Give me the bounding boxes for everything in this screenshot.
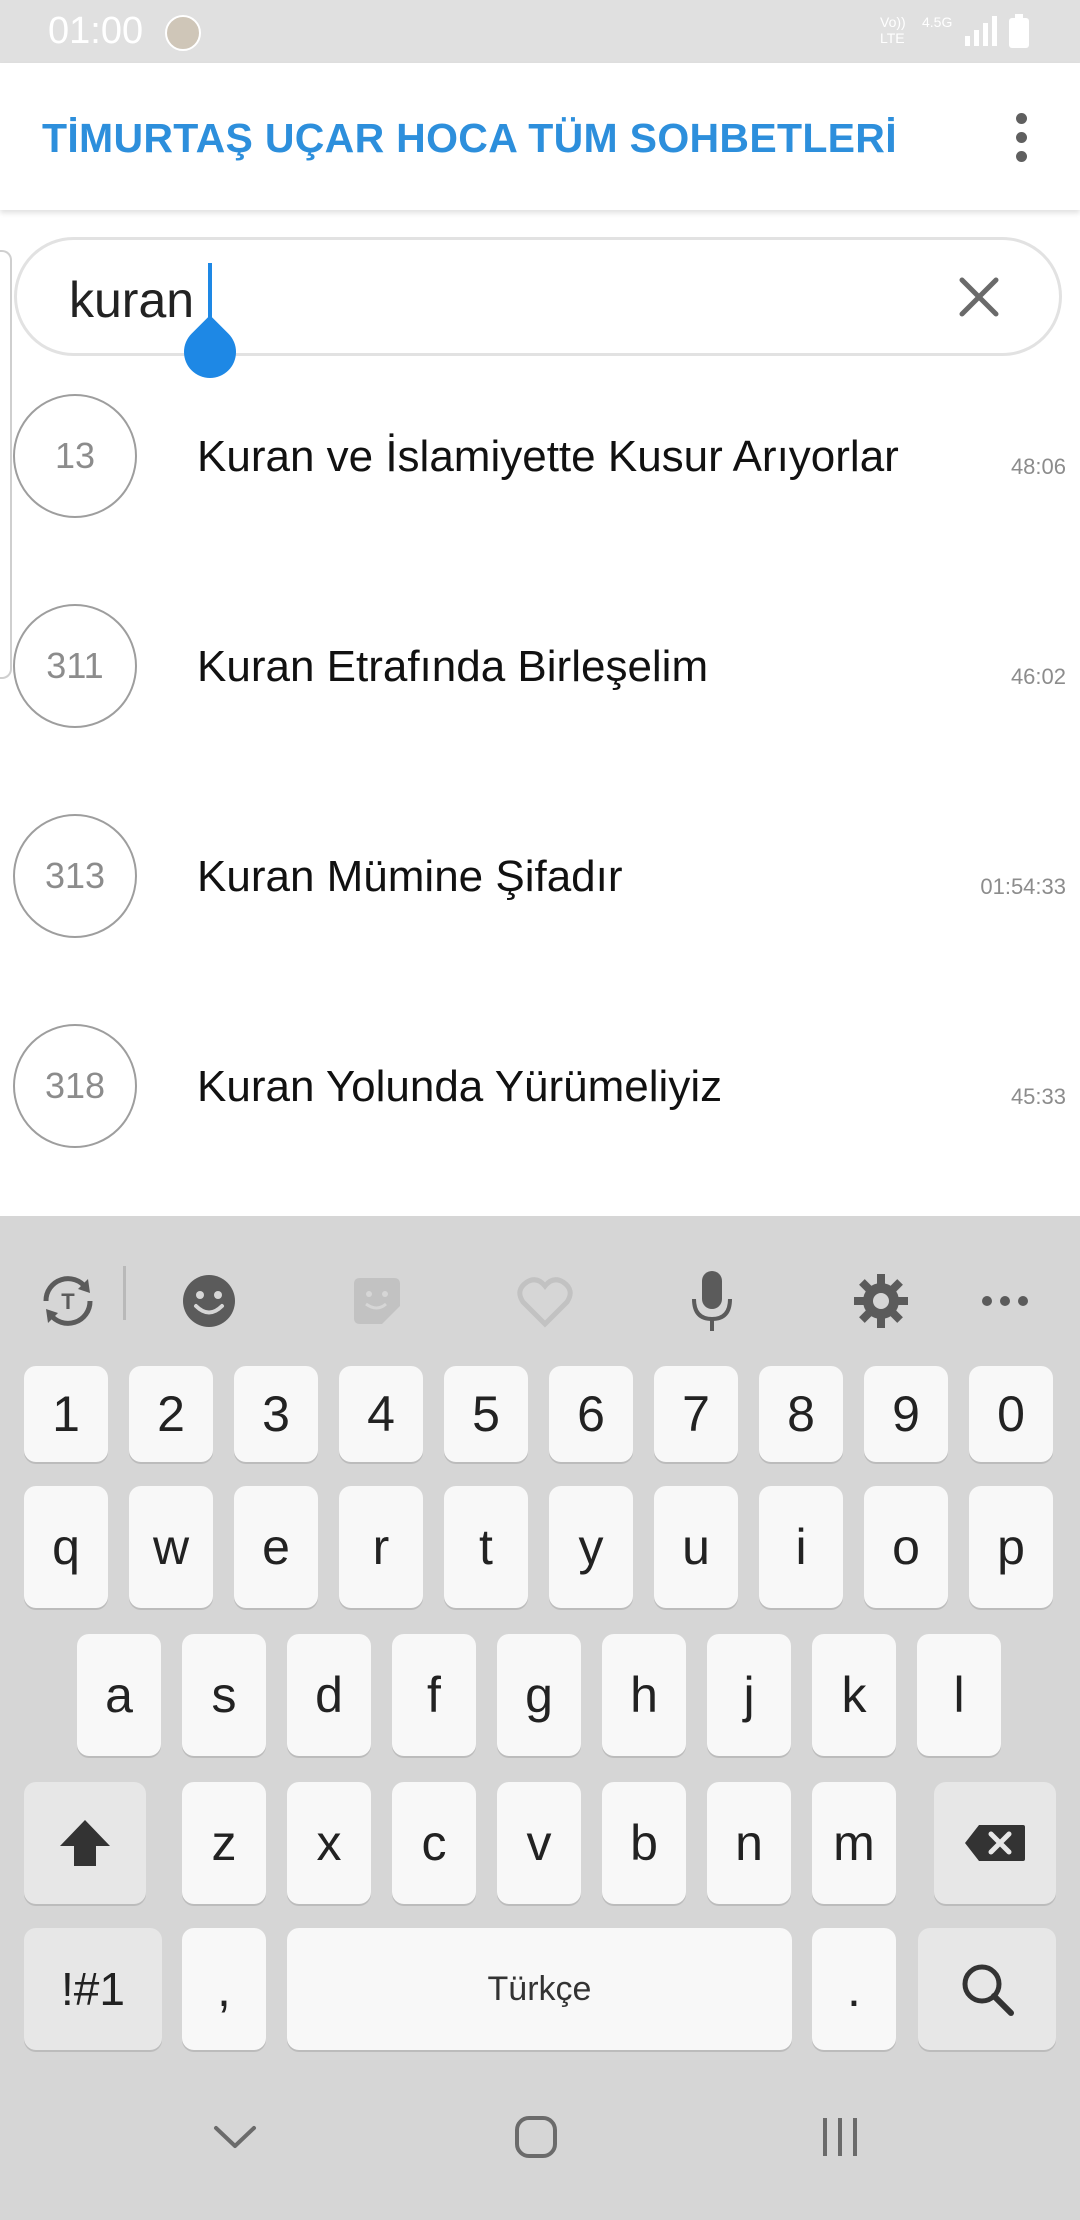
- key-k[interactable]: k: [812, 1634, 896, 1756]
- navigation-bar: [0, 2052, 1080, 2220]
- settings-icon[interactable]: [846, 1266, 916, 1336]
- mic-icon[interactable]: [677, 1266, 747, 1336]
- list-item[interactable]: 318 Kuran Yolunda Yürümeliyiz 45:33: [0, 1014, 1080, 1224]
- episode-title: Kuran Mümine Şifadır: [197, 852, 623, 901]
- key-8[interactable]: 8: [759, 1366, 843, 1462]
- shift-icon: [60, 1820, 110, 1866]
- more-vert-icon[interactable]: [1000, 105, 1044, 169]
- key-w[interactable]: w: [129, 1486, 213, 1608]
- episode-number-badge: 13: [13, 394, 137, 518]
- episode-number-badge: 313: [13, 814, 137, 938]
- key-l[interactable]: l: [917, 1634, 1001, 1756]
- episode-number-badge: 311: [13, 604, 137, 728]
- period-key[interactable]: .: [812, 1928, 896, 2050]
- key-y[interactable]: y: [549, 1486, 633, 1608]
- key-m[interactable]: m: [812, 1782, 896, 1904]
- search-input[interactable]: [69, 272, 889, 328]
- key-g[interactable]: g: [497, 1634, 581, 1756]
- episode-number-badge: 318: [13, 1024, 137, 1148]
- sticker-icon[interactable]: [342, 1266, 412, 1336]
- bitmoji-icon[interactable]: [510, 1266, 580, 1336]
- space-key[interactable]: Türkçe: [287, 1928, 792, 2050]
- list-item[interactable]: 13 Kuran ve İslamiyette Kusur Arıyorlar …: [0, 384, 1080, 594]
- key-6[interactable]: 6: [549, 1366, 633, 1462]
- toolbar-separator: [123, 1266, 126, 1320]
- search-bar: [14, 237, 1062, 356]
- key-5[interactable]: 5: [444, 1366, 528, 1462]
- battery-icon: [1009, 14, 1029, 48]
- key-p[interactable]: p: [969, 1486, 1053, 1608]
- home-icon[interactable]: [506, 2112, 566, 2162]
- more-horiz-icon[interactable]: [970, 1266, 1040, 1336]
- key-3[interactable]: 3: [234, 1366, 318, 1462]
- backspace-icon: [965, 1825, 1025, 1861]
- shift-key[interactable]: [24, 1782, 146, 1904]
- key-a[interactable]: a: [77, 1634, 161, 1756]
- backspace-key[interactable]: [934, 1782, 1056, 1904]
- key-o[interactable]: o: [864, 1486, 948, 1608]
- episode-duration: 01:54:33: [980, 874, 1066, 899]
- key-7[interactable]: 7: [654, 1366, 738, 1462]
- list-item[interactable]: 311 Kuran Etrafında Birleşelim 46:02: [0, 594, 1080, 804]
- key-e[interactable]: e: [234, 1486, 318, 1608]
- episode-duration: 48:06: [1010, 454, 1066, 479]
- key-n[interactable]: n: [707, 1782, 791, 1904]
- key-j[interactable]: j: [707, 1634, 791, 1756]
- hide-keyboard-icon[interactable]: [205, 2112, 265, 2162]
- comma-key[interactable]: ,: [182, 1928, 266, 2050]
- signal-icon: [965, 16, 997, 46]
- episode-duration: 46:02: [1010, 664, 1066, 689]
- key-i[interactable]: i: [759, 1486, 843, 1608]
- key-h[interactable]: h: [602, 1634, 686, 1756]
- key-z[interactable]: z: [182, 1782, 266, 1904]
- translate-icon[interactable]: T: [33, 1266, 103, 1336]
- key-q[interactable]: q: [24, 1486, 108, 1608]
- search-icon: [962, 1964, 1014, 2016]
- emoji-icon[interactable]: [174, 1266, 244, 1336]
- network-type-indicator: 4.5G: [922, 14, 953, 30]
- key-s[interactable]: s: [182, 1634, 266, 1756]
- key-r[interactable]: r: [339, 1486, 423, 1608]
- key-c[interactable]: c: [392, 1782, 476, 1904]
- symbols-key[interactable]: !#1: [24, 1928, 162, 2050]
- key-9[interactable]: 9: [864, 1366, 948, 1462]
- key-4[interactable]: 4: [339, 1366, 423, 1462]
- status-bar: 01:00 Vo)) LTE 4.5G: [0, 0, 1080, 63]
- key-0[interactable]: 0: [969, 1366, 1053, 1462]
- key-x[interactable]: x: [287, 1782, 371, 1904]
- episode-title: Kuran ve İslamiyette Kusur Arıyorlar: [197, 432, 899, 481]
- episode-title: Kuran Yolunda Yürümeliyiz: [197, 1062, 723, 1111]
- app-bar: TİMURTAŞ UÇAR HOCA TÜM SOHBETLERİ: [0, 63, 1080, 210]
- search-key[interactable]: [918, 1928, 1056, 2050]
- key-b[interactable]: b: [602, 1782, 686, 1904]
- key-1[interactable]: 1: [24, 1366, 108, 1462]
- recents-icon[interactable]: [810, 2112, 870, 2162]
- app-title: TİMURTAŞ UÇAR HOCA TÜM SOHBETLERİ: [42, 115, 897, 161]
- key-2[interactable]: 2: [129, 1366, 213, 1462]
- key-t[interactable]: t: [444, 1486, 528, 1608]
- key-v[interactable]: v: [497, 1782, 581, 1904]
- key-d[interactable]: d: [287, 1634, 371, 1756]
- close-icon[interactable]: [952, 270, 1006, 324]
- svg-text:T: T: [61, 1289, 75, 1314]
- key-f[interactable]: f: [392, 1634, 476, 1756]
- volte-indicator: Vo)) LTE: [880, 14, 906, 46]
- key-u[interactable]: u: [654, 1486, 738, 1608]
- episode-title: Kuran Etrafında Birleşelim: [197, 642, 709, 691]
- status-time: 01:00: [48, 10, 144, 52]
- list-item[interactable]: 313 Kuran Mümine Şifadır 01:54:33: [0, 804, 1080, 1014]
- notification-avatar-icon: [165, 15, 201, 51]
- episode-duration: 45:33: [1010, 1084, 1066, 1109]
